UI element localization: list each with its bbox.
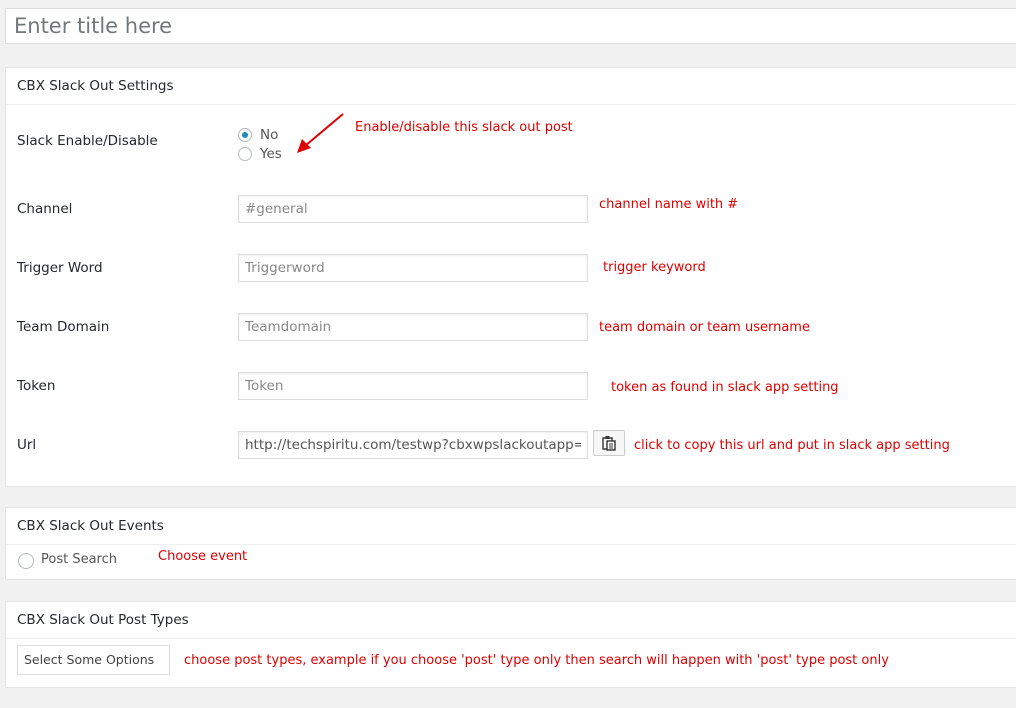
post-search-radio[interactable] <box>18 553 34 569</box>
post-title-input[interactable] <box>5 8 1016 44</box>
channel-input[interactable] <box>238 195 588 223</box>
token-note: token as found in slack app setting <box>611 380 839 395</box>
clipboard-icon <box>602 436 616 451</box>
slack-out-post-types-box: CBX Slack Out Post Types Select Some Opt… <box>5 601 1016 688</box>
token-input[interactable] <box>238 372 588 400</box>
trigger-word-label: Trigger Word <box>17 260 103 276</box>
copy-url-button[interactable] <box>593 430 625 456</box>
post-types-box-heading[interactable]: CBX Slack Out Post Types <box>6 602 1016 639</box>
trigger-word-note: trigger keyword <box>603 260 706 275</box>
url-note: click to copy this url and put in slack … <box>634 438 950 453</box>
post-types-select[interactable]: Select Some Options <box>17 645 170 675</box>
trigger-word-input[interactable] <box>238 254 588 282</box>
slack-out-events-box: CBX Slack Out Events Post Search Choose … <box>5 507 1016 580</box>
post-search-label[interactable]: Post Search <box>41 552 117 567</box>
radio-no-label[interactable]: No <box>260 127 278 143</box>
team-domain-input[interactable] <box>238 313 588 341</box>
radio-no[interactable] <box>238 128 252 142</box>
token-label: Token <box>17 378 56 394</box>
events-note: Choose event <box>158 549 248 564</box>
team-domain-label: Team Domain <box>17 319 110 335</box>
radio-yes[interactable] <box>238 147 252 161</box>
slack-out-settings-box: CBX Slack Out Settings Slack Enable/Disa… <box>5 67 1016 487</box>
url-input[interactable] <box>238 431 588 459</box>
team-domain-note: team domain or team username <box>599 320 810 335</box>
url-label: Url <box>17 437 37 453</box>
channel-label: Channel <box>17 201 73 217</box>
enable-label: Slack Enable/Disable <box>17 133 158 149</box>
settings-box-heading[interactable]: CBX Slack Out Settings <box>6 68 1016 105</box>
post-types-note: choose post types, example if you choose… <box>184 653 889 668</box>
events-box-heading[interactable]: CBX Slack Out Events <box>6 508 1016 545</box>
enable-note: Enable/disable this slack out post <box>355 120 573 135</box>
annotation-arrow-icon <box>297 113 344 153</box>
radio-yes-label[interactable]: Yes <box>260 146 282 162</box>
channel-note: channel name with # <box>599 197 739 212</box>
